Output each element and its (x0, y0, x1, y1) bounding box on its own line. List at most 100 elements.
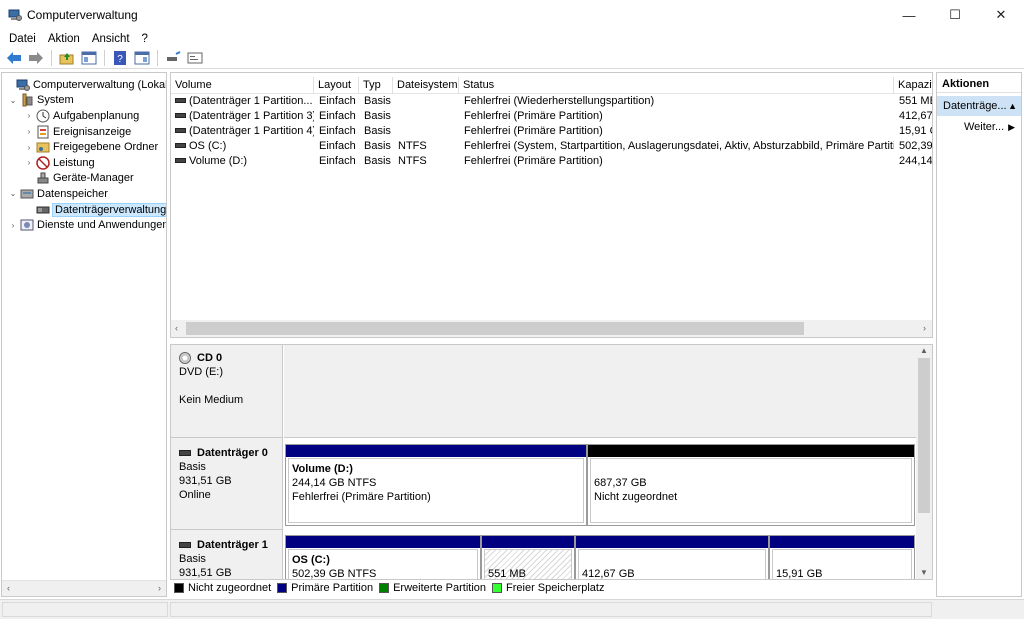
close-button[interactable]: ✕ (978, 0, 1024, 30)
scroll-left-icon[interactable]: ‹ (175, 323, 178, 333)
partition-os-c[interactable]: OS (C:) 502,39 GB NTFS (285, 535, 481, 579)
legend-label: Freier Speicherplatz (506, 582, 605, 594)
tree-item-system[interactable]: ⌄ System (8, 93, 74, 109)
legend-label: Nicht zugeordnet (188, 582, 272, 594)
forward-button[interactable] (26, 49, 46, 67)
scroll-left-icon[interactable]: ‹ (7, 583, 10, 593)
type-cell: Basis (364, 140, 391, 152)
cd-media-area[interactable] (284, 345, 916, 438)
partition-3[interactable]: 412,67 GB (575, 535, 769, 579)
action-more-actions[interactable]: Weiter... ▶ (937, 116, 1021, 136)
tree-item-ereignisanzeige[interactable]: › Ereignisanzeige (24, 124, 131, 140)
tree-horizontal-scrollbar[interactable]: ‹ › (2, 580, 166, 596)
volume-list-header: Volume Layout Typ Dateisystem Status Kap… (171, 73, 932, 94)
tree-expander[interactable]: ⌄ (8, 96, 18, 105)
disk-info-line: DVD (E:) (179, 366, 223, 378)
tree-expander[interactable]: ⌄ (8, 189, 18, 198)
menu-aktion[interactable]: Aktion (42, 33, 86, 45)
table-row[interactable]: (Datenträger 1 Partition 3) Einfach Basi… (171, 109, 932, 124)
volume-icon (175, 157, 186, 163)
disk-connect-icon (167, 50, 181, 61)
partition-size: 15,91 GB (776, 568, 823, 580)
tree-item-leistung[interactable]: › Leistung (24, 155, 95, 171)
disk-label-disk0[interactable]: Datenträger 0 Basis 931,51 GB Online (171, 438, 283, 530)
tree-expander[interactable]: › (24, 127, 34, 136)
back-button[interactable] (4, 49, 24, 67)
disk-connect-button[interactable] (163, 49, 183, 67)
tree-item-datentraegerverwaltung[interactable]: Datenträgerverwaltung (24, 202, 167, 218)
disk-label-cd0[interactable]: CD 0 DVD (E:) Kein Medium (171, 345, 283, 438)
partition-recovery[interactable]: 551 MB (481, 535, 575, 579)
column-volume[interactable]: Volume (171, 77, 314, 94)
partition-unallocated[interactable]: 687,37 GB Nicht zugeordnet (587, 444, 915, 526)
volume-icon (175, 97, 186, 103)
tree-item-dienste-und-anwendungen[interactable]: › Dienste und Anwendungen (8, 217, 166, 233)
scroll-right-icon[interactable]: › (923, 323, 926, 333)
folder-up-button[interactable] (57, 49, 77, 67)
menu-datei[interactable]: Datei (3, 33, 42, 45)
back-icon (7, 51, 21, 64)
console-button[interactable] (185, 49, 205, 67)
volume-list[interactable]: Volume Layout Typ Dateisystem Status Kap… (170, 72, 933, 338)
event-viewer-icon (36, 125, 50, 139)
console-tree[interactable]: Computerverwaltung (Lokal) ⌄ System › Au… (1, 72, 167, 597)
tree-expander[interactable]: › (8, 221, 18, 230)
tree-item-label: System (37, 94, 74, 107)
partition-4[interactable]: 15,91 GB (769, 535, 915, 580)
show-hide-tree-button[interactable] (79, 49, 99, 67)
minimize-button[interactable]: — (886, 0, 932, 30)
legend-item-free-space: Freier Speicherplatz (492, 582, 604, 594)
capacity-cell: 551 MB (899, 95, 932, 107)
partition-volume-d[interactable]: Volume (D:) 244,14 GB NTFS Fehlerfrei (P… (285, 444, 587, 526)
menu-ansicht[interactable]: Ansicht (86, 33, 136, 45)
minimize-icon: — (902, 7, 916, 23)
type-cell: Basis (364, 155, 391, 167)
volume-icon (175, 112, 186, 118)
tree-expander[interactable]: › (24, 111, 34, 120)
volume-list-horizontal-scrollbar[interactable]: ‹ › (171, 320, 932, 337)
help-button[interactable]: ? (110, 49, 130, 67)
scrollbar-thumb[interactable] (918, 358, 930, 513)
partition-size: 687,37 GB (594, 477, 647, 489)
scroll-up-icon[interactable]: ▲ (920, 346, 928, 355)
column-status[interactable]: Status (459, 77, 894, 94)
disk-label-disk1[interactable]: Datenträger 1 Basis 931,51 GB (171, 530, 283, 579)
actions-section-disk-management[interactable]: Datenträge... ▲ (937, 96, 1021, 116)
column-layout[interactable]: Layout (314, 77, 359, 94)
tree-item-aufgabenplanung[interactable]: › Aufgabenplanung (24, 108, 139, 124)
scroll-down-icon[interactable]: ▼ (920, 568, 928, 577)
properties-button[interactable] (132, 49, 152, 67)
column-kapazitaet[interactable]: Kapazit (894, 77, 932, 94)
toolbar-separator (157, 49, 158, 66)
collapse-up-icon[interactable]: ▲ (1008, 96, 1017, 116)
table-row[interactable]: Volume (D:) Einfach Basis NTFS Fehlerfre… (171, 154, 932, 169)
tree-item-datenspeicher[interactable]: ⌄ Datenspeicher (8, 186, 108, 202)
help-icon: ? (114, 50, 126, 65)
disk-graphical-view[interactable]: CD 0 DVD (E:) Kein Medium Datenträger 0 … (170, 344, 933, 580)
tree-item-geraete-manager[interactable]: Geräte-Manager (24, 171, 134, 187)
maximize-button[interactable]: ☐ (932, 0, 978, 30)
menu-help[interactable]: ? (136, 33, 154, 45)
disk-info-line: 931,51 GB (179, 567, 232, 579)
toolbar-separator (104, 49, 105, 66)
type-cell: Basis (364, 125, 391, 137)
tree-expander[interactable]: › (24, 158, 34, 167)
column-typ[interactable]: Typ (359, 77, 393, 94)
scrollbar-thumb[interactable] (186, 322, 804, 335)
maximize-icon: ☐ (949, 7, 961, 22)
tree-expander[interactable]: › (24, 143, 34, 152)
filesystem-cell: NTFS (398, 155, 427, 167)
actions-header: Aktionen (937, 73, 1021, 93)
tree-item-label: Datenträgerverwaltung (51, 202, 167, 217)
scroll-right-icon[interactable]: › (158, 583, 161, 593)
tree-item-computerverwaltung[interactable]: Computerverwaltung (Lokal) (4, 77, 166, 93)
table-row[interactable]: (Datenträger 1 Partition... Einfach Basi… (171, 94, 932, 109)
disk-view-vertical-scrollbar[interactable]: ▲ ▼ (916, 345, 932, 579)
column-dateisystem[interactable]: Dateisystem (393, 77, 459, 94)
tree-item-freigegebene-ordner[interactable]: › Freigegebene Ordner (24, 139, 159, 155)
table-row[interactable]: (Datenträger 1 Partition 4) Einfach Basi… (171, 124, 932, 139)
table-row[interactable]: OS (C:) Einfach Basis NTFS Fehlerfrei (S… (171, 139, 932, 154)
svg-text:?: ? (117, 54, 123, 65)
toolbar: ? (0, 47, 1024, 69)
tree-item-label: Freigegebene Ordner (53, 141, 159, 154)
